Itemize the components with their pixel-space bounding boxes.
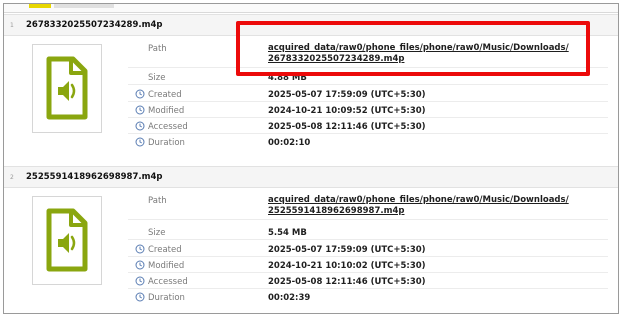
clock-icon <box>135 137 145 147</box>
file-record-header[interactable]: 2 2525591418962698987.m4p <box>4 166 618 188</box>
clock-icon <box>135 244 145 254</box>
modified-value: 2024-10-21 10:10:02 (UTC+5:30) <box>268 261 426 271</box>
duration-value: 00:02:10 <box>268 138 311 148</box>
duration-row: Duration 00:02:10 <box>128 134 608 150</box>
modified-label: Modified <box>148 261 185 271</box>
accessed-value: 2025-05-08 12:11:46 (UTC+5:30) <box>268 277 426 287</box>
modified-row: Modified 2024-10-21 10:09:52 (UTC+5:30) <box>128 102 608 118</box>
path-label: Path <box>148 196 167 206</box>
accessed-label: Accessed <box>148 122 188 132</box>
file-name[interactable]: 2678332025507234289.m4p <box>26 20 162 30</box>
size-label: Size <box>148 228 166 238</box>
path-line-1[interactable]: acquired_data/raw0/phone_files/phone/raw… <box>268 43 569 53</box>
size-row: Size 5.54 MB <box>128 224 608 240</box>
size-value: 4.88 MB <box>268 73 307 83</box>
modified-label: Modified <box>148 106 185 116</box>
file-record: 1 2678332025507234289.m4p Path acquired_… <box>4 14 618 163</box>
path-line-2[interactable]: 2678332025507234289.m4p <box>268 54 404 64</box>
clock-icon <box>135 89 145 99</box>
modified-value: 2024-10-21 10:09:52 (UTC+5:30) <box>268 106 426 116</box>
path-link[interactable]: acquired_data/raw0/phone_files/phone/raw… <box>268 43 569 65</box>
file-list-panel: 1 2678332025507234289.m4p Path acquired_… <box>3 3 619 314</box>
record-index: 2 <box>10 174 14 181</box>
audio-file-icon <box>46 56 88 120</box>
previous-record-strip <box>4 4 618 13</box>
path-row: Path acquired_data/raw0/phone_files/phon… <box>128 40 608 68</box>
size-value: 5.54 MB <box>268 228 307 238</box>
file-record-header[interactable]: 1 2678332025507234289.m4p <box>4 14 618 36</box>
size-label: Size <box>148 73 166 83</box>
clock-icon <box>135 121 145 131</box>
clock-icon <box>135 105 145 115</box>
created-value: 2025-05-07 17:59:09 (UTC+5:30) <box>268 90 426 100</box>
accessed-label: Accessed <box>148 277 188 287</box>
created-row: Created 2025-05-07 17:59:09 (UTC+5:30) <box>128 241 608 257</box>
file-thumbnail[interactable] <box>32 44 102 133</box>
created-label: Created <box>148 245 182 255</box>
clock-icon <box>135 292 145 302</box>
duration-value: 00:02:39 <box>268 293 311 303</box>
path-row: Path acquired_data/raw0/phone_files/phon… <box>128 192 608 220</box>
created-value: 2025-05-07 17:59:09 (UTC+5:30) <box>268 245 426 255</box>
duration-label: Duration <box>148 138 185 148</box>
size-row: Size 4.88 MB <box>128 69 608 85</box>
file-record: 2 2525591418962698987.m4p Path acquired_… <box>4 166 618 313</box>
accessed-value: 2025-05-08 12:11:46 (UTC+5:30) <box>268 122 426 132</box>
path-label: Path <box>148 44 167 54</box>
highlight-mark <box>29 4 51 8</box>
previous-record-text <box>54 4 114 8</box>
duration-row: Duration 00:02:39 <box>128 289 608 305</box>
accessed-row: Accessed 2025-05-08 12:11:46 (UTC+5:30) <box>128 273 608 289</box>
clock-icon <box>135 260 145 270</box>
created-label: Created <box>148 90 182 100</box>
file-name[interactable]: 2525591418962698987.m4p <box>26 172 162 182</box>
duration-label: Duration <box>148 293 185 303</box>
path-line-2[interactable]: 2525591418962698987.m4p <box>268 206 404 216</box>
path-link[interactable]: acquired_data/raw0/phone_files/phone/raw… <box>268 195 569 217</box>
accessed-row: Accessed 2025-05-08 12:11:46 (UTC+5:30) <box>128 118 608 134</box>
clock-icon <box>135 276 145 286</box>
record-index: 1 <box>10 22 14 29</box>
modified-row: Modified 2024-10-21 10:10:02 (UTC+5:30) <box>128 257 608 273</box>
created-row: Created 2025-05-07 17:59:09 (UTC+5:30) <box>128 86 608 102</box>
path-line-1[interactable]: acquired_data/raw0/phone_files/phone/raw… <box>268 195 569 205</box>
audio-file-icon <box>46 208 88 272</box>
file-thumbnail[interactable] <box>32 196 102 285</box>
